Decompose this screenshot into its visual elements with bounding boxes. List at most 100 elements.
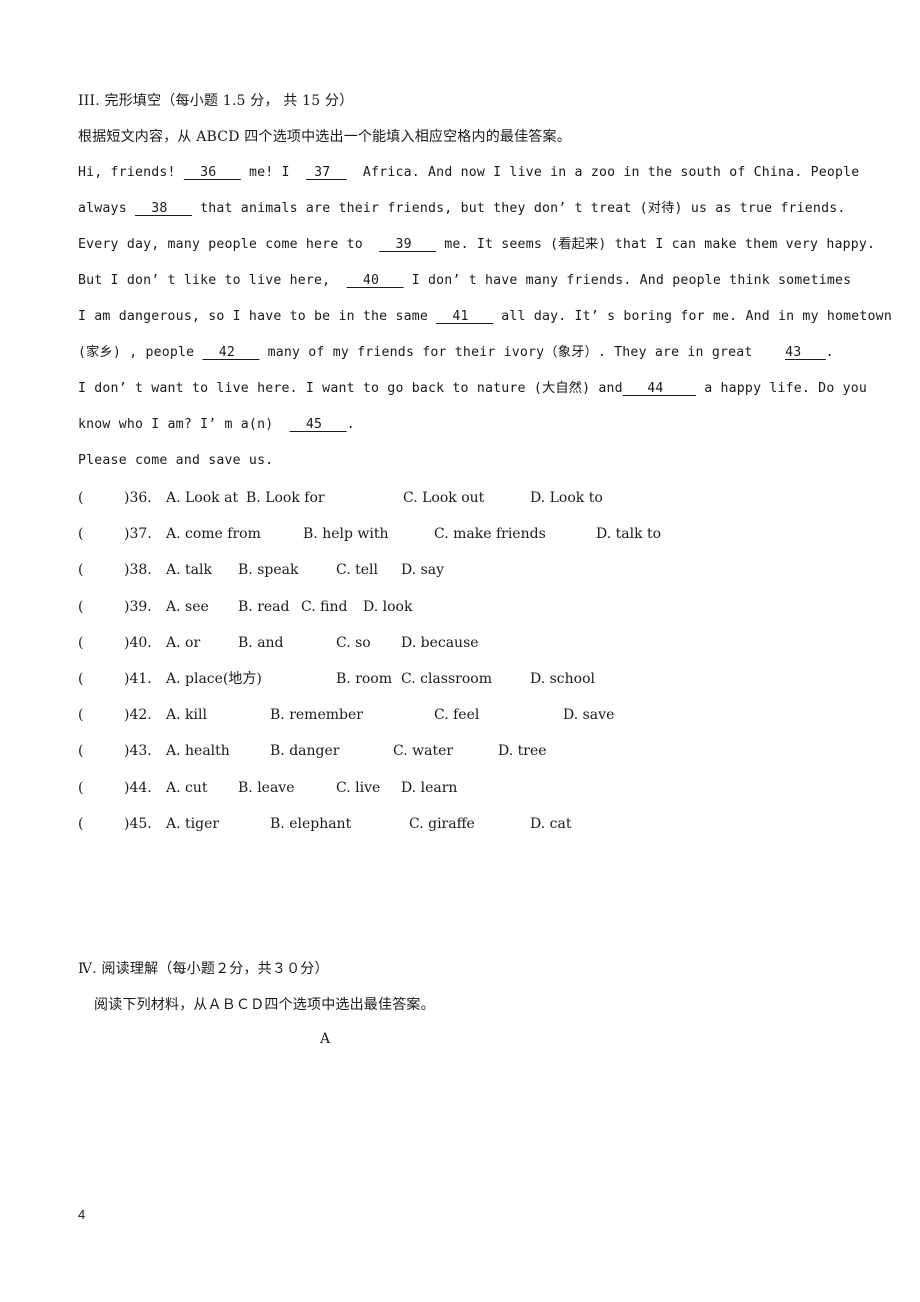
passage-text: . xyxy=(825,345,834,360)
question-number: )45. xyxy=(124,815,152,832)
answer-paren[interactable]: ( xyxy=(78,814,83,834)
question-number: )43. xyxy=(124,743,152,760)
passage-line: I don’ t want to live here. I want to go… xyxy=(78,379,867,399)
option-c[interactable]: C. Look out xyxy=(403,488,484,508)
option-a[interactable]: A. kill xyxy=(166,705,207,725)
passage-line: (家乡) , people 42 many of my friends for … xyxy=(78,343,834,363)
option-a[interactable]: A. cut xyxy=(166,778,208,798)
answer-paren[interactable]: ( xyxy=(78,488,83,508)
passage-text: a happy life. Do you xyxy=(696,381,868,396)
option-d[interactable]: D. talk to xyxy=(596,524,661,544)
answer-blank[interactable]: 40 xyxy=(347,273,404,288)
option-d[interactable]: D. Look to xyxy=(530,488,603,508)
option-c[interactable]: C. tell xyxy=(336,560,378,580)
option-a[interactable]: A. talk xyxy=(166,560,212,580)
option-a[interactable]: A. tiger xyxy=(166,814,219,834)
answer-blank[interactable]: 45 xyxy=(290,417,347,432)
option-c[interactable]: C. feel xyxy=(434,705,479,725)
option-b[interactable]: B. danger xyxy=(270,741,339,761)
option-b[interactable]: B. leave xyxy=(238,778,295,798)
option-a[interactable]: A. come from xyxy=(166,524,261,544)
passage-text: Every day, many people come here to xyxy=(78,237,380,252)
question-number: )40. xyxy=(124,634,152,651)
passage-line: know who I am? I’ m a(n) 45 . xyxy=(78,415,355,435)
answer-paren[interactable]: ( xyxy=(78,778,83,798)
answer-paren[interactable]: ( xyxy=(78,669,83,689)
passage-text: I don’ t want to live here. I want to go… xyxy=(78,381,623,396)
passage-text: Hi, friends! xyxy=(78,165,184,180)
answer-blank[interactable]: 44 xyxy=(623,381,696,396)
option-d[interactable]: D. cat xyxy=(530,814,571,834)
question-number: )37. xyxy=(124,526,152,543)
option-a[interactable]: A. or xyxy=(166,633,200,653)
answer-paren[interactable]: ( xyxy=(78,741,83,761)
passage-text: Africa. And now I live in a zoo in the s… xyxy=(346,165,860,180)
page-number: 4 xyxy=(78,1207,86,1222)
option-a[interactable]: A. see xyxy=(166,597,209,617)
option-c[interactable]: C. so xyxy=(336,633,371,653)
passage-text: know who I am? I’ m a(n) xyxy=(78,417,290,432)
option-b[interactable]: B. speak xyxy=(238,560,298,580)
option-b[interactable]: B. and xyxy=(238,633,284,653)
answer-paren[interactable]: ( xyxy=(78,705,83,725)
option-b[interactable]: B. read xyxy=(238,597,289,617)
option-a[interactable]: A. health xyxy=(166,741,230,761)
option-b[interactable]: B. elephant xyxy=(270,814,351,834)
option-d[interactable]: D. tree xyxy=(498,741,547,761)
option-c[interactable]: C. find xyxy=(301,597,347,617)
answer-blank[interactable]: 41 xyxy=(436,309,493,324)
section4-instruction: 阅读下列材料，从ＡＢＣＤ四个选项中选出最佳答案。 xyxy=(94,997,435,1013)
answer-blank[interactable]: 37 xyxy=(306,165,347,180)
answer-blank[interactable]: 42 xyxy=(202,345,259,360)
passage-text: But I don’ t like to live here, xyxy=(78,273,347,288)
passage-text: I am dangerous, so I have to be in the s… xyxy=(78,309,437,324)
passage-text: always xyxy=(78,201,135,216)
answer-paren[interactable]: ( xyxy=(78,560,83,580)
passage-text: many of my friends for their ivory（象牙）. … xyxy=(259,345,786,360)
question-number: )39. xyxy=(124,598,152,615)
option-c[interactable]: C. live xyxy=(336,778,380,798)
passage-label: A xyxy=(320,1031,331,1047)
option-a[interactable]: A. Look at xyxy=(166,488,238,508)
option-d[interactable]: D. look xyxy=(363,597,412,617)
option-c[interactable]: C. water xyxy=(393,741,453,761)
option-b[interactable]: B. Look for xyxy=(246,488,325,508)
answer-paren[interactable]: ( xyxy=(78,633,83,653)
answer-paren[interactable]: ( xyxy=(78,597,83,617)
passage-text: that animals are their friends, but they… xyxy=(191,201,846,216)
passage-text: Please come and save us. xyxy=(78,453,274,468)
passage-line: I am dangerous, so I have to be in the s… xyxy=(78,307,892,327)
answer-blank[interactable]: 38 xyxy=(135,201,192,216)
passage-line: Please come and save us. xyxy=(78,451,273,471)
passage-text: I don’ t have many friends. And people t… xyxy=(403,273,852,288)
answer-blank[interactable]: 36 xyxy=(184,165,241,180)
passage-line: Hi, friends! 36 me! I 37 Africa. And now… xyxy=(78,163,859,183)
passage-text: (家乡) , people xyxy=(78,345,203,360)
option-a[interactable]: A. place(地方) xyxy=(166,669,262,689)
option-c[interactable]: C. make friends xyxy=(434,524,546,544)
option-b[interactable]: B. help with xyxy=(303,524,388,544)
passage-line: Every day, many people come here to 39 m… xyxy=(78,235,875,255)
option-c[interactable]: C. giraffe xyxy=(409,814,475,834)
passage-text: me. It seems (看起来) that I can make them … xyxy=(436,237,876,252)
option-c[interactable]: C. classroom xyxy=(401,669,492,689)
option-b[interactable]: B. remember xyxy=(270,705,363,725)
question-number: )41. xyxy=(124,671,152,687)
answer-blank[interactable]: 43 xyxy=(785,345,826,360)
section3-instruction: 根据短文内容，从 ABCD 四个选项中选出一个能填入相应空格内的最佳答案。 xyxy=(78,129,571,145)
question-number: )44. xyxy=(124,779,152,796)
question-number: )42. xyxy=(124,707,152,724)
option-d[interactable]: D. say xyxy=(401,560,444,580)
document-page: III. 完形填空（每小题 1.5 分， 共 15 分） 根据短文内容，从 AB… xyxy=(0,0,920,1302)
passage-line: But I don’ t like to live here, 40 I don… xyxy=(78,271,851,291)
answer-blank[interactable]: 39 xyxy=(379,237,436,252)
answer-paren[interactable]: ( xyxy=(78,524,83,544)
passage-text: all day. It’ s boring for me. And in my … xyxy=(493,309,892,324)
option-b[interactable]: B. room xyxy=(336,669,392,689)
option-d[interactable]: D. school xyxy=(530,669,595,689)
option-d[interactable]: D. save xyxy=(563,705,614,725)
question-number: )36. xyxy=(124,490,152,506)
option-d[interactable]: D. learn xyxy=(401,778,457,798)
passage-text: me! I xyxy=(240,165,306,180)
option-d[interactable]: D. because xyxy=(401,633,479,653)
